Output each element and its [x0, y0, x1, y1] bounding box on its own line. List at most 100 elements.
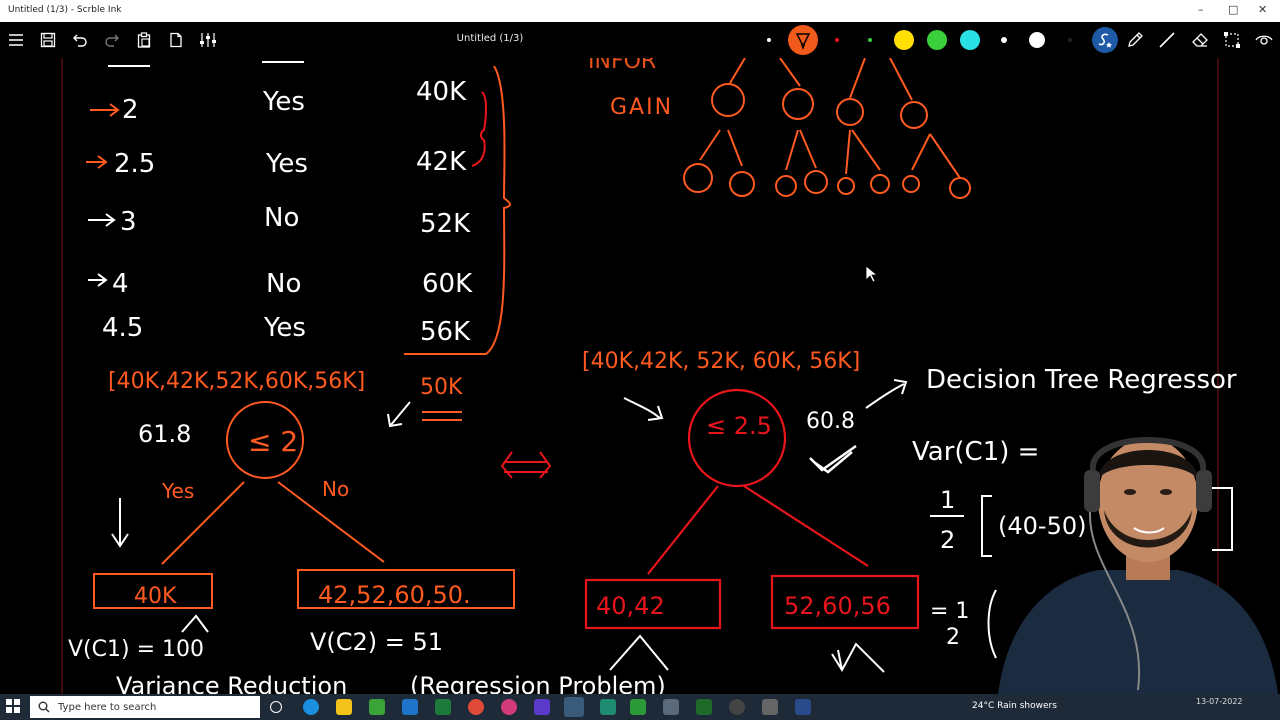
row3-y: No	[264, 203, 299, 233]
search-icon	[38, 701, 50, 713]
color-swatch-cyan[interactable]	[960, 30, 980, 50]
color-swatch-green[interactable]	[927, 30, 947, 50]
teams-icon[interactable]	[534, 699, 550, 715]
excel-icon[interactable]	[435, 699, 451, 715]
decision-tree-regressor-title: Decision Tree Regressor	[926, 365, 1237, 395]
close-button[interactable]: ✕	[1258, 3, 1267, 16]
color-swatch-yellow[interactable]	[894, 30, 914, 50]
window-title: Untitled (1/3) - Scrble Ink	[8, 5, 122, 15]
row5-y: Yes	[263, 313, 306, 343]
fraction-denominator: 2	[940, 526, 955, 554]
row4-x: 4	[112, 269, 129, 299]
row3-salary: 52K	[420, 209, 471, 239]
equals-fraction-den: 2	[946, 625, 960, 650]
menu-icon[interactable]	[4, 28, 28, 52]
right-tree-right-leaf-value: 52,60,56	[784, 592, 891, 620]
left-set-label: [40K,42K,52K,60K,56K]	[108, 369, 365, 394]
store-icon[interactable]	[369, 699, 385, 715]
color-swatch-white-small[interactable]	[1001, 37, 1007, 43]
row2-y: Yes	[265, 149, 308, 179]
pen-icon[interactable]	[1123, 28, 1147, 52]
row1-x: 2	[122, 95, 139, 125]
taskbar-search-box[interactable]: Type here to search	[30, 696, 260, 718]
task-view-icon[interactable]	[270, 701, 282, 713]
check-mark-icon	[809, 444, 857, 474]
variance-c2: V(C2) = 51	[310, 628, 443, 656]
row1-salary: 40K	[416, 77, 467, 107]
row4-salary: 60K	[422, 269, 473, 299]
row5-salary: 56K	[420, 317, 471, 347]
left-no-label: No	[322, 477, 349, 501]
equivalence-arrow-icon	[500, 451, 552, 479]
left-tree-right-leaf-value: 42,52,60,50.	[318, 581, 471, 609]
row4-y: No	[266, 269, 301, 299]
line-icon[interactable]	[1155, 28, 1179, 52]
maximize-button[interactable]: □	[1228, 3, 1238, 16]
color-swatch-black[interactable]	[1068, 38, 1072, 42]
minimize-button[interactable]: –	[1198, 3, 1204, 16]
fraction-numerator: 1	[940, 486, 955, 514]
color-swatch-white[interactable]	[1029, 32, 1045, 48]
row5-x: 4.5	[102, 313, 143, 343]
app-icon-circle[interactable]	[729, 699, 745, 715]
row2-x: 2.5	[114, 149, 155, 179]
pen-size-small[interactable]	[767, 38, 771, 42]
left-leaf-value: 40K	[134, 584, 177, 609]
mouse-cursor-icon	[865, 265, 879, 283]
select-icon[interactable]	[1220, 28, 1244, 52]
toolbar: Untitled (1/3)	[0, 22, 1280, 58]
side-note-value: 50K	[420, 375, 463, 400]
row-arrow-3	[88, 213, 116, 227]
row-arrow-4	[88, 273, 108, 287]
edge-browser-icon[interactable]	[303, 699, 319, 715]
taskbar: Type here to search 24°C Rain showers 13…	[0, 694, 1280, 720]
right-tree-left-leaf-value: 40,42	[596, 592, 665, 620]
left-mean-value: 61.8	[138, 420, 191, 448]
row-arrow-2	[86, 155, 108, 169]
app-icon-cloud[interactable]	[762, 699, 778, 715]
new-page-icon[interactable]	[164, 28, 188, 52]
paste-icon[interactable]	[132, 28, 156, 52]
right-mean-value: 60.8	[806, 409, 855, 434]
title-bar: Untitled (1/3) - Scrble Ink – □ ✕	[0, 0, 1280, 22]
taskbar-date[interactable]: 13-07-2022	[1196, 697, 1243, 707]
color-swatch-green-small[interactable]	[868, 38, 872, 42]
row3-x: 3	[120, 207, 137, 237]
app-icon-terminal[interactable]	[696, 699, 712, 715]
weather-widget[interactable]: 24°C Rain showers	[972, 701, 1057, 711]
redo-icon[interactable]	[100, 28, 124, 52]
eraser-icon[interactable]	[1188, 28, 1212, 52]
brace-small	[471, 91, 487, 167]
equals-fraction: = 1	[930, 599, 969, 624]
sample-tree-diagram	[683, 58, 971, 199]
left-root-label: ≤ 2	[248, 425, 298, 458]
document-title: Untitled (1/3)	[456, 33, 524, 44]
row2-salary: 42K	[416, 147, 467, 177]
file-explorer-icon[interactable]	[336, 699, 352, 715]
info-gain-label: GAIN	[610, 95, 673, 120]
variance-reduction-text: Variance Reduction	[116, 672, 347, 694]
highlighter-tool-button[interactable]	[788, 25, 818, 55]
app-icon-sheet[interactable]	[630, 699, 646, 715]
undo-icon[interactable]	[68, 28, 92, 52]
presenter-shirt	[998, 570, 1278, 694]
windows-start-icon[interactable]	[6, 699, 20, 716]
app-icon-pink[interactable]	[501, 699, 517, 715]
settings-sliders-icon[interactable]	[196, 28, 220, 52]
regression-problem-text: (Regression Problem)	[410, 672, 666, 694]
app-icon-gray[interactable]	[663, 699, 679, 715]
right-root-label: ≤ 2.5	[706, 412, 772, 440]
smart-ink-icon[interactable]	[1092, 27, 1118, 53]
save-icon[interactable]	[36, 28, 60, 52]
view-icon[interactable]	[1252, 28, 1276, 52]
search-placeholder: Type here to search	[58, 701, 157, 713]
left-yes-label: Yes	[161, 479, 194, 503]
chrome-icon[interactable]	[468, 699, 484, 715]
mail-icon[interactable]	[402, 699, 418, 715]
row-arrow-1	[90, 103, 120, 117]
scrble-ink-taskbar-icon[interactable]	[564, 697, 584, 717]
app-icon-calculator[interactable]	[795, 699, 811, 715]
color-swatch-red[interactable]	[835, 38, 839, 42]
app-icon-play[interactable]	[600, 699, 616, 715]
ink-text: INFOR	[588, 58, 656, 74]
